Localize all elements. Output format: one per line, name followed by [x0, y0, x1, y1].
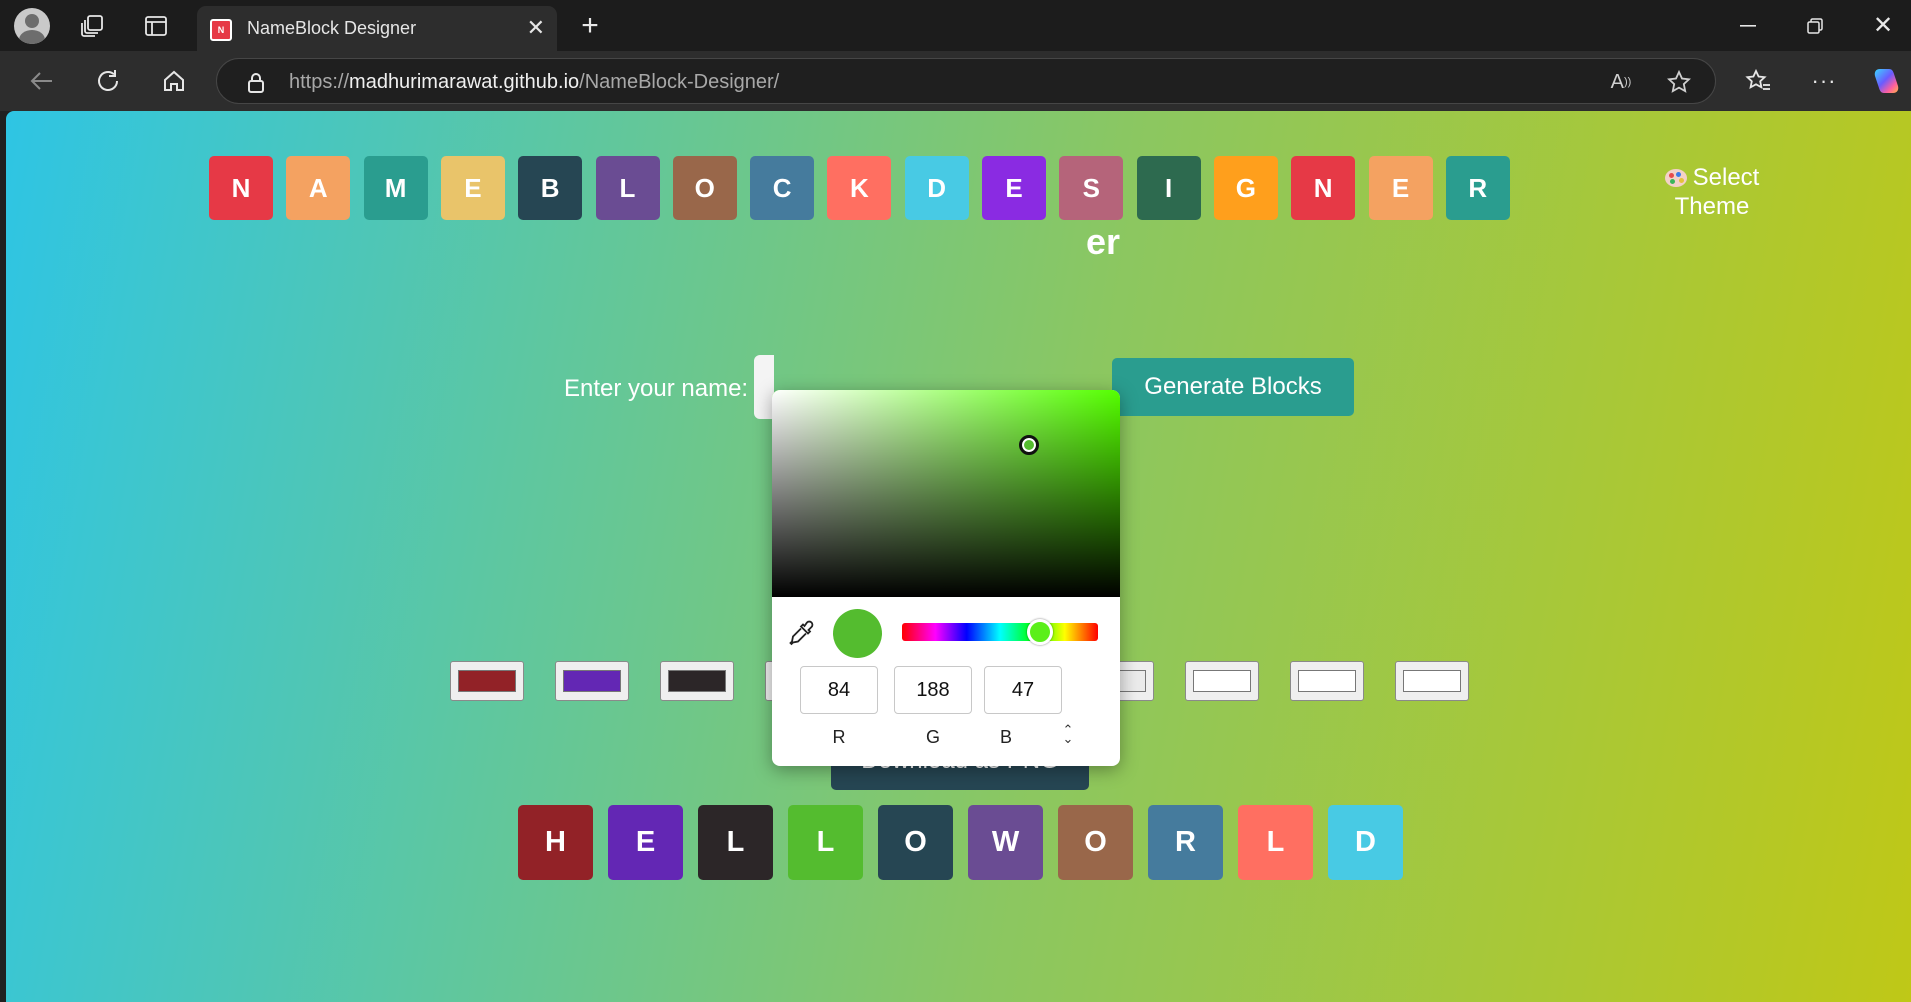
current-color-preview [833, 609, 882, 658]
title-letter-block: D [904, 156, 969, 220]
browser-toolbar: https://madhurimarawat.github.io/NameBlo… [0, 51, 1911, 111]
close-tab-icon[interactable]: ✕ [527, 16, 545, 40]
title-letter-block: B [518, 156, 583, 220]
output-letter-block: E [608, 805, 683, 880]
more-options-icon[interactable]: ··· [1808, 66, 1840, 96]
tab-title: NameBlock Designer [247, 18, 417, 38]
title-letter-block: O [672, 156, 737, 220]
title-letter-block: A [286, 156, 351, 220]
letter-color-swatch[interactable] [660, 661, 734, 701]
browser-tab-bar: N NameBlock Designer ✕ + ✕ [0, 0, 1911, 51]
back-icon[interactable] [26, 66, 58, 96]
output-letter-block: D [1328, 805, 1403, 880]
output-letter-block: L [1238, 805, 1313, 880]
color-picker-popup: 84 188 47 R G B ⌃ ⌄ [772, 390, 1120, 766]
select-theme-button[interactable]: Select Theme [1652, 163, 1772, 221]
green-label: G [925, 727, 940, 747]
red-label: R [832, 727, 846, 747]
select-theme-label: Select Theme [1674, 164, 1760, 220]
saturation-value-area[interactable] [772, 390, 1120, 597]
green-input[interactable]: 188 [894, 666, 972, 714]
tab-actions-icon[interactable] [141, 12, 171, 40]
output-letter-block: W [968, 805, 1043, 880]
copilot-icon[interactable] [1870, 65, 1902, 97]
favicon-icon: N [210, 19, 232, 41]
letter-color-swatch[interactable] [555, 661, 629, 701]
title-letter-block: N [209, 156, 273, 220]
hue-slider-thumb[interactable] [1027, 619, 1053, 645]
output-letter-block: O [878, 805, 953, 880]
output-letter-block: L [698, 805, 773, 880]
palette-icon [1664, 169, 1687, 187]
blue-input[interactable]: 47 [984, 666, 1062, 714]
workspaces-icon[interactable] [78, 12, 108, 40]
title-letter-block: E [440, 156, 505, 220]
browser-tab-active[interactable]: N NameBlock Designer ✕ [197, 6, 557, 51]
eyedropper-icon[interactable] [788, 619, 816, 647]
letter-color-swatch[interactable] [1395, 661, 1469, 701]
title-letter-block: M [363, 156, 428, 220]
url-text[interactable]: https://madhurimarawat.github.io/NameBlo… [289, 71, 779, 94]
title-letter-block: E [1368, 156, 1433, 220]
blue-label: B [999, 727, 1012, 747]
url-scheme: https:// [289, 71, 350, 93]
new-tab-icon[interactable]: + [572, 8, 608, 44]
minimize-icon[interactable] [1733, 12, 1763, 40]
output-letter-block: H [518, 805, 593, 880]
refresh-icon[interactable] [92, 65, 124, 97]
title-letter-block: N [1291, 156, 1356, 220]
letter-color-swatch[interactable] [450, 661, 524, 701]
title-letter-block: S [1059, 156, 1124, 220]
page-title: er [1086, 221, 1121, 262]
name-input[interactable] [754, 355, 774, 419]
name-label: Enter your name: [564, 375, 749, 402]
output-letter-block: R [1148, 805, 1223, 880]
saturation-cursor[interactable] [1019, 435, 1039, 455]
title-letter-block: E [982, 156, 1046, 220]
window-close-icon[interactable]: ✕ [1868, 10, 1898, 40]
hue-slider[interactable] [902, 623, 1098, 641]
title-letter-block: K [827, 156, 892, 220]
generate-blocks-button[interactable]: Generate Blocks [1112, 358, 1354, 416]
url-path: /NameBlock-Designer/ [579, 71, 780, 93]
address-bar[interactable]: https://madhurimarawat.github.io/NameBlo… [216, 58, 1716, 104]
read-aloud-icon[interactable]: A)) [1607, 68, 1635, 96]
profile-avatar[interactable] [14, 8, 50, 44]
title-letter-block: C [750, 156, 815, 220]
favorites-icon[interactable] [1742, 66, 1774, 96]
title-letter-block: L [595, 156, 660, 220]
home-icon[interactable] [158, 65, 190, 97]
restore-icon[interactable] [1800, 12, 1830, 40]
red-input[interactable]: 84 [800, 666, 878, 714]
page-content: NAMEBLOCKDESIGNER Select Theme er Enter … [6, 111, 1911, 1002]
letter-color-swatch[interactable] [1290, 661, 1364, 701]
lock-icon[interactable] [247, 72, 265, 99]
title-letter-block: G [1213, 156, 1278, 220]
letter-color-swatch[interactable] [1185, 661, 1259, 701]
title-letter-block: I [1136, 156, 1201, 220]
color-mode-toggle-icon[interactable]: ⌃ ⌄ [1061, 723, 1075, 745]
title-letter-block: R [1445, 156, 1510, 220]
url-host: madhurimarawat.github.io [349, 71, 580, 93]
output-letter-block: L [788, 805, 863, 880]
output-letter-block: O [1058, 805, 1133, 880]
favorite-star-icon[interactable] [1665, 68, 1693, 96]
